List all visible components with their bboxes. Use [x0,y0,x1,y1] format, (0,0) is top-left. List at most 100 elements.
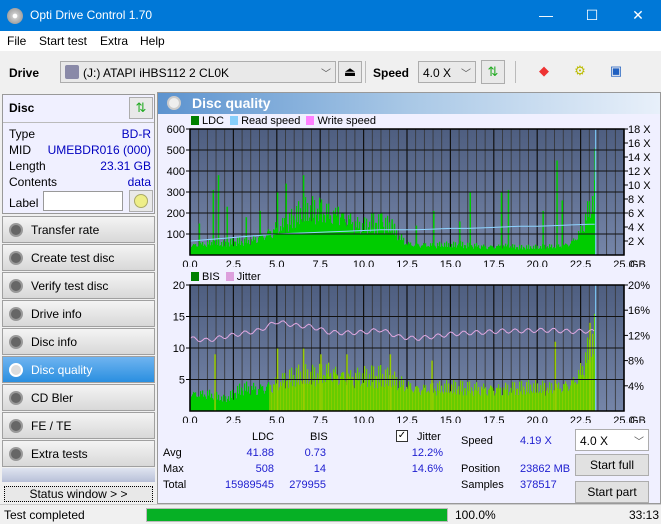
bis-spike [589,322,591,411]
x-tick-label: 17.5 [483,259,504,267]
bis-bar [594,313,596,411]
disc-row-type: Type BD-R [9,127,151,143]
value: UMEBDR016 (000) [47,143,151,157]
label-input[interactable] [43,191,123,211]
x-tick-label: 0.0 [182,259,197,267]
position-value: 23862 MB [520,463,571,475]
samples-value: 378517 [520,479,557,491]
value: 23.31 GB [100,159,151,173]
value: data [127,175,151,189]
menu-start-test[interactable]: Start test [39,34,87,48]
menu-extra[interactable]: Extra [100,34,128,48]
y2-tick-label: 6 X [628,208,645,220]
bis-spike [431,360,433,411]
nav-label: FE / TE [31,419,72,433]
stats-area: LDC BIS ✓ Jitter Avg 41.88 0.73 12.2% Ma… [158,429,660,505]
x-tick-label: 12.5 [396,259,417,267]
label-key: Label [9,196,39,210]
ldc-spike [459,221,461,255]
stats-row-max: Max 508 14 14.6% [158,463,448,479]
start-full-button[interactable]: Start full [575,454,649,476]
x-tick-label: 22.5 [570,415,591,423]
speed-select[interactable]: 4.0 X ﹀ [418,61,476,83]
x-tick-label: 20.0 [526,259,547,267]
disc-icon [9,391,23,405]
test-speed-select[interactable]: 4.0 X ﹀ [575,429,649,451]
minimize-button[interactable]: — [523,0,569,31]
ldc-spike [433,210,435,255]
ldc-spike [226,206,228,255]
nav-disc-info[interactable]: Disc info [2,328,155,355]
key: Contents [9,175,58,189]
jitter-checkbox[interactable]: ✓ [396,430,408,442]
nav-cd-bler[interactable]: CD Bler [2,384,155,411]
nav-label: Transfer rate [31,223,100,237]
eject-button[interactable]: ⏏ [338,61,362,83]
key: MID [9,143,31,157]
x-tick-label: 5.0 [269,415,284,423]
drive-value: (J:) ATAPI iHBS112 2 CL0K [83,66,230,80]
disc-refresh-button[interactable]: ⇅ [129,97,153,119]
y2-tick-label: 16 X [628,138,651,150]
y2-tick-label: 2 X [628,236,645,248]
eject-icon: ⏏ [343,64,357,79]
samples-label: Samples [461,479,504,491]
save-button[interactable]: ▣ [604,60,628,84]
ldc-spike [561,200,564,255]
col-bis: BIS [310,431,328,443]
maximize-button[interactable]: ☐ [569,0,615,31]
settings-button[interactable]: ⚙ [568,60,592,84]
x-tick-label: 0.0 [182,415,197,423]
nav-fe-te[interactable]: FE / TE [2,412,155,439]
menu-help[interactable]: Help [140,34,165,48]
y2-tick-label: 14 X [628,152,651,164]
y2-tick-label: 20% [628,280,650,292]
nav-label: Disc info [31,335,78,349]
ldc-spike [302,175,305,255]
refresh-button[interactable]: ⇅ [481,60,505,84]
gears-icon: ⚙ [574,63,586,78]
nav-label: Create test disc [31,251,115,265]
nav-transfer-rate[interactable]: Transfer rate [2,216,155,243]
disc-row-length: Length 23.31 GB [9,159,151,175]
progress-text: 100.0% [455,508,496,522]
disc-icon [9,447,23,461]
nav-verify-test-disc[interactable]: Verify test disc [2,272,155,299]
disc-info-box: Disc ⇅ Type BD-R MID UMEBDR016 (000) Lengt… [2,94,155,214]
start-part-button[interactable]: Start part [575,481,649,503]
disc-quality-panel: Disc quality LDC Read speed Write speed … [157,92,661,504]
drive-select[interactable]: (J:) ATAPI iHBS112 2 CL0K ﹀ [60,61,336,83]
separator [515,61,516,83]
x-tick-label: 15.0 [440,415,461,423]
key: Type [9,127,36,141]
status-text: Test completed [4,508,85,522]
menu-file[interactable]: File [7,34,26,48]
max-ldc: 508 [255,463,274,475]
separator [365,61,366,83]
nav-disc-quality[interactable]: Disc quality [2,356,155,383]
y2-tick-label: 8% [628,356,644,368]
y2-tick-label: 4% [628,381,644,393]
col-ldc: LDC [252,431,275,443]
close-button[interactable]: ✕ [615,0,661,31]
ldc-spike [469,192,471,255]
nav-drive-info[interactable]: Drive info [2,300,155,327]
nav-extra-tests[interactable]: Extra tests [2,440,155,467]
x-tick-label: 12.5 [396,415,417,423]
avg-jitter: 12.2% [411,447,443,459]
disc-icon [9,223,23,237]
speed-label: Speed [373,66,410,80]
status-window-button[interactable]: Status window > > [4,486,153,502]
nav-create-test-disc[interactable]: Create test disc [2,244,155,271]
disc-row-contents: Contents data [9,175,151,191]
bis-spike [346,354,348,411]
y-tick-label: 10 [173,343,185,355]
erase-button[interactable]: ◆ [532,60,556,84]
status-bar: Test completed 100.0% 33:13 [0,504,661,524]
x-tick-label: 10.0 [353,259,374,267]
max-bis: 14 [313,463,326,475]
y-tick-label: 20 [173,280,185,292]
y2-tick-label: 10 X [628,180,651,192]
label-disc-button[interactable] [129,190,153,212]
nav-filler [2,468,155,482]
